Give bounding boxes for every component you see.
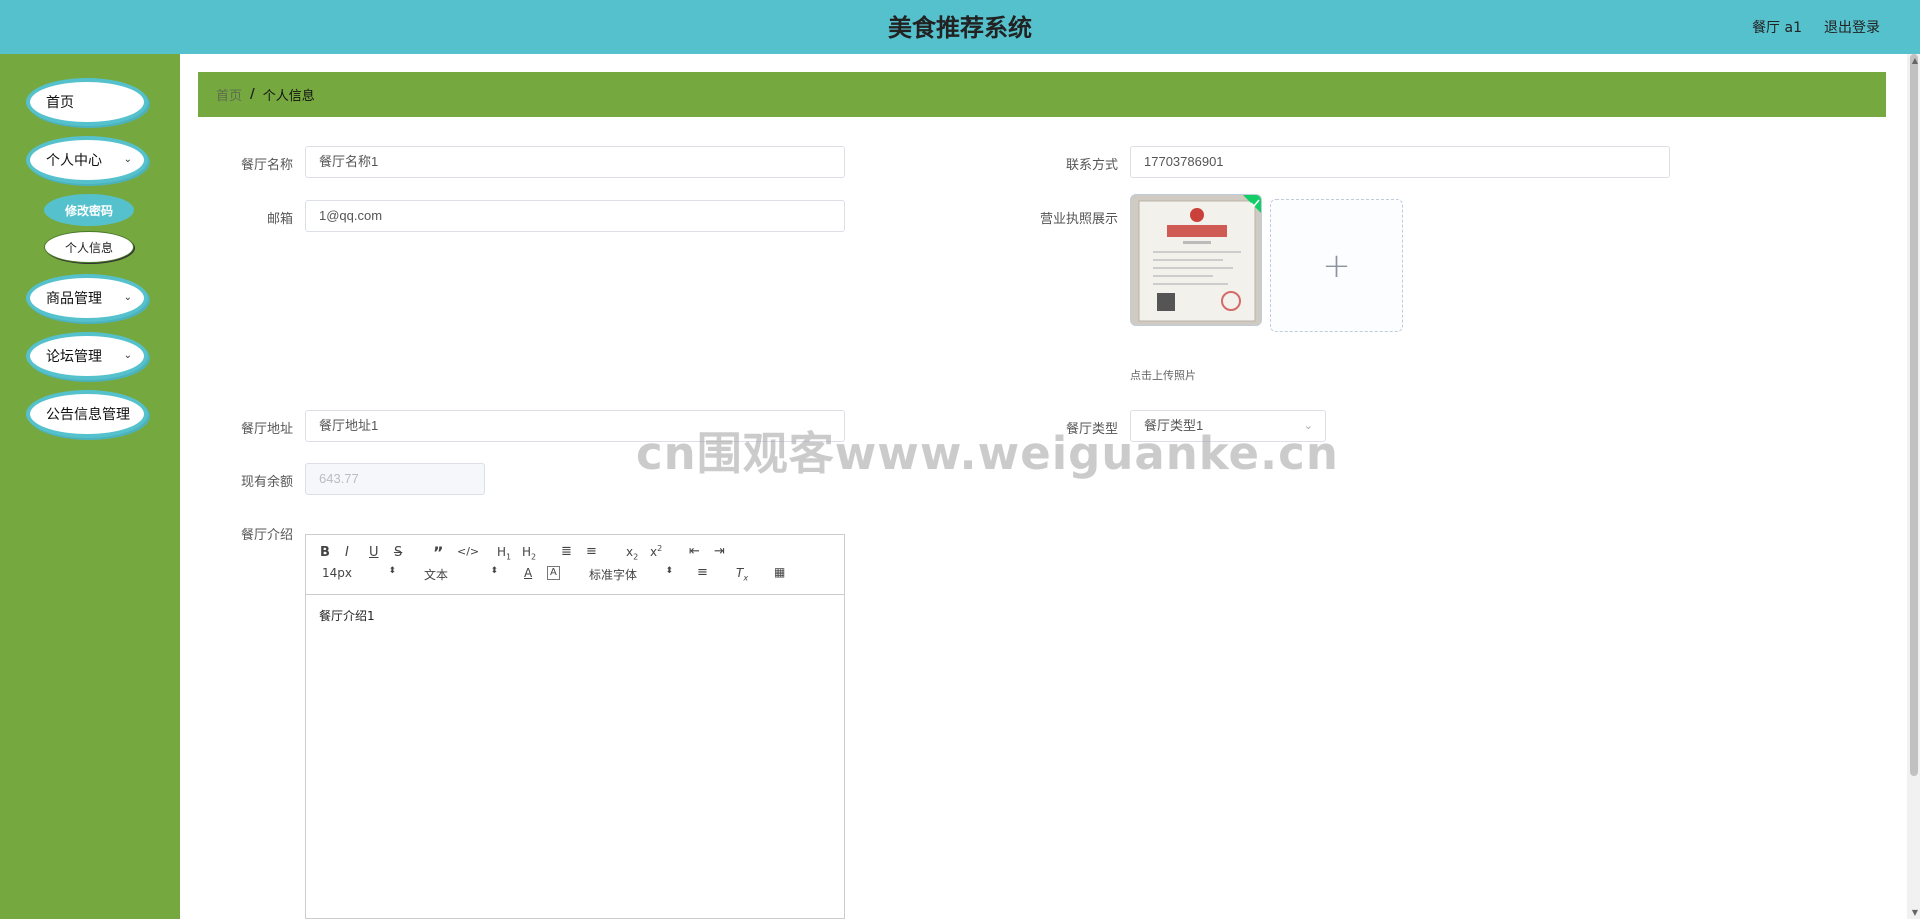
heading-2-icon[interactable]: H2 [522,545,536,561]
updown-arrow-icon: ⬍ [388,566,396,576]
breadcrumb-separator: / [250,87,255,102]
sidebar-subitem-label: 修改密码 [64,203,113,218]
contact-input[interactable]: 17703786901 [1130,146,1670,178]
font-family-value: 标准字体 [589,568,638,582]
updown-arrow-icon: ⬍ [665,566,673,576]
updown-arrow-icon: ⬍ [490,566,498,576]
font-color-icon[interactable]: A [524,566,532,580]
bullet-list-icon[interactable]: ≡ [586,544,597,559]
sidebar: 首页 个人中心 ⌄ 修改密码 个人信息 商品管理 ⌄ 论坛管理 ⌄ 公告信息管理 [0,54,180,919]
logout-link[interactable]: 退出登录 [1824,17,1880,37]
chevron-down-icon: ⌄ [123,154,132,165]
sidebar-item-label: 首页 [46,95,74,111]
contact-label: 联系方式 [1065,158,1118,173]
upload-hint: 点击上传照片 [1130,369,1196,382]
heading-1-icon[interactable]: H1 [497,545,511,561]
superscript-icon[interactable]: x2 [650,544,662,559]
scroll-up-icon[interactable]: ▲ [1912,56,1918,65]
scrollbar-thumb[interactable] [1910,54,1918,776]
font-size-select[interactable]: 14px ⬍ [322,566,396,582]
editor-content[interactable]: 餐厅介绍1 [306,595,844,636]
breadcrumb: 首页 / 个人信息 [198,72,1886,117]
strikethrough-icon[interactable]: S [394,545,402,560]
chevron-down-icon: ⌄ [123,292,132,303]
license-label: 营业执照展示 [1039,212,1118,227]
text-style-value: 文本 [424,568,449,582]
sidebar-item-forum-management[interactable]: 论坛管理 ⌄ [26,332,148,380]
underline-icon[interactable]: U [369,545,379,560]
restaurant-name-label: 餐厅名称 [240,158,293,173]
sidebar-item-label: 商品管理 [46,291,102,307]
email-label: 邮箱 [266,212,293,227]
header-user-area: 餐厅 a1 退出登录 [1752,0,1880,54]
rich-text-editor[interactable]: B I U S ” </> H1 H2 ≣ ≡ x2 x2 ⇤ ⇥ 14px ⬍… [305,534,845,919]
font-family-select[interactable]: 标准字体 ⬍ [589,566,673,582]
app-title: 美食推荐系统 [888,14,1032,42]
outdent-icon[interactable]: ⇤ [689,544,700,559]
bold-icon[interactable]: B [320,545,330,560]
ordered-list-icon[interactable]: ≣ [561,544,572,559]
clear-format-icon[interactable]: Tx [736,566,748,582]
sidebar-subitem-label: 个人信息 [64,240,113,255]
sidebar-item-label: 论坛管理 [46,349,102,365]
background-color-icon[interactable]: A [547,566,560,580]
subscript-icon[interactable]: x2 [626,545,638,561]
top-header: 美食推荐系统 餐厅 a1 退出登录 [0,0,1920,54]
current-user-name: 餐厅 a1 [1752,20,1802,36]
sidebar-item-product-management[interactable]: 商品管理 ⌄ [26,274,148,322]
sidebar-subitem-personal-info[interactable]: 个人信息 [44,231,134,263]
text-style-select[interactable]: 文本 ⬍ [424,566,498,582]
sidebar-item-home[interactable]: 首页 [26,78,148,126]
upload-photo-button[interactable]: + [1270,199,1403,332]
intro-label: 餐厅介绍 [240,528,293,543]
email-input[interactable]: 1@qq.com [305,200,845,232]
breadcrumb-current: 个人信息 [262,89,315,104]
plus-icon: + [1322,245,1351,286]
code-block-icon[interactable]: </> [457,545,479,558]
license-photo-icon [1131,195,1261,325]
restaurant-address-label: 餐厅地址 [240,422,293,437]
editor-toolbar: B I U S ” </> H1 H2 ≣ ≡ x2 x2 ⇤ ⇥ 14px ⬍… [306,535,844,595]
indent-icon[interactable]: ⇥ [714,544,725,559]
align-icon[interactable]: ≡ [697,565,708,580]
scroll-down-icon[interactable]: ▼ [1912,908,1918,917]
watermark: cn围观客www.weiguanke.cn [636,427,1339,480]
blockquote-icon[interactable]: ” [433,543,444,562]
italic-icon[interactable]: I [345,545,349,560]
image-icon[interactable]: ▦ [774,565,785,579]
sidebar-subitem-change-password[interactable]: 修改密码 [44,194,134,226]
restaurant-name-input[interactable]: 餐厅名称1 [305,146,845,178]
breadcrumb-home[interactable]: 首页 [216,85,242,104]
sidebar-item-label: 个人中心 [46,153,102,169]
font-size-value: 14px [322,566,352,580]
balance-label: 现有余额 [240,475,293,490]
sidebar-item-announcement-management[interactable]: 公告信息管理 [26,390,148,438]
balance-input: 643.77 [305,463,485,495]
sidebar-item-label: 公告信息管理 [46,407,130,423]
chevron-down-icon: ⌄ [123,350,132,361]
license-image[interactable] [1130,194,1262,326]
sidebar-item-personal-center[interactable]: 个人中心 ⌄ [26,136,148,184]
